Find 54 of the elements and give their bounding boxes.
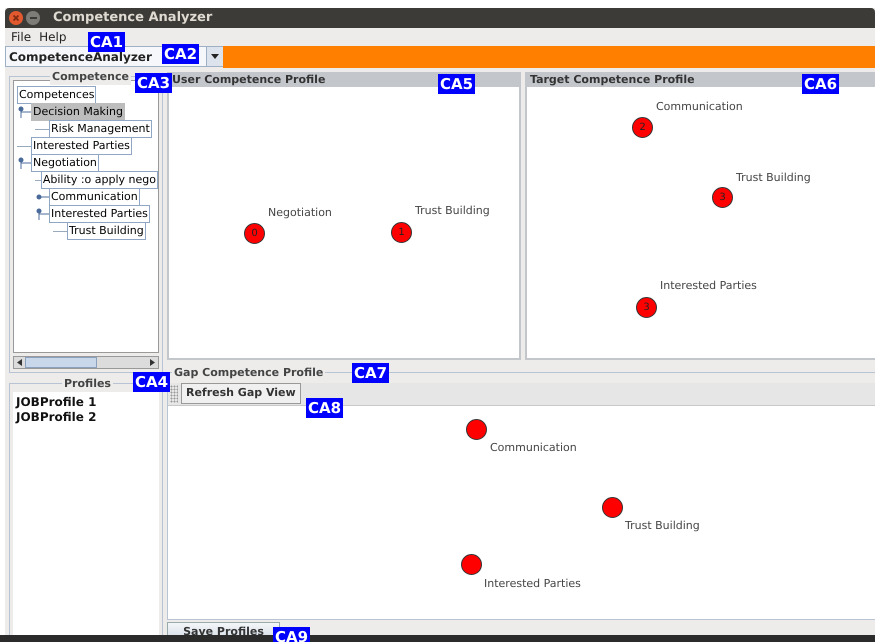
panel-title: User Competence Profile: [171, 74, 326, 86]
callout-tooltip: CA3: [135, 73, 172, 93]
refresh-button[interactable]: Refresh Gap View: [181, 383, 301, 404]
menu-item[interactable]: File: [11, 28, 32, 46]
menu-item[interactable]: Help: [39, 28, 66, 46]
expanded-handle-icon[interactable]: [17, 157, 31, 169]
toolbar-grip-icon: [170, 384, 178, 402]
graph-node: [466, 418, 487, 440]
tree-item[interactable]: Negotiation: [31, 154, 99, 172]
tree-item[interactable]: Competences: [17, 86, 96, 104]
node-label: Interested Parties: [660, 278, 757, 294]
tree-item[interactable]: Decision Making: [31, 102, 125, 122]
minimize-icon[interactable]: [26, 10, 40, 25]
close-icon[interactable]: [9, 10, 23, 25]
list-item[interactable]: JOBProfile 1: [16, 394, 159, 410]
graph-node: 2: [632, 116, 653, 138]
node-label: Communication: [656, 98, 743, 114]
tree-item[interactable]: Risk Management: [49, 120, 152, 138]
callout-tooltip: CA1: [88, 32, 126, 52]
node-label: Trust Building: [415, 202, 490, 218]
scroll-thumb[interactable]: [25, 356, 97, 368]
panel-title: Gap Competence Profile: [172, 364, 326, 381]
expanded-handle-icon[interactable]: [17, 106, 31, 118]
graph-node: 3: [636, 296, 657, 318]
dropdown-arrow-icon[interactable]: [211, 54, 219, 59]
scroll-left-icon[interactable]: [17, 358, 22, 366]
graph-node: 3: [712, 186, 733, 208]
callout-tooltip: CA2: [162, 44, 200, 64]
node-label: Interested Parties: [484, 576, 581, 592]
scroll-right-icon[interactable]: [150, 358, 155, 366]
node-label: Negotiation: [268, 204, 332, 220]
callout-tooltip: CA9: [273, 627, 310, 642]
graph-node: 1: [391, 222, 412, 242]
expanded-handle-icon[interactable]: [35, 208, 49, 220]
node-label: Trust Building: [736, 170, 811, 186]
node-label: Trust Building: [625, 518, 700, 534]
node-label: Communication: [490, 440, 577, 456]
panel-title: Competence: [50, 68, 131, 85]
callout-tooltip: CA8: [306, 398, 344, 418]
window-title: Competence Analyzer: [53, 9, 212, 27]
callout-tooltip: CA6: [802, 74, 840, 94]
tree-item[interactable]: Trust Building: [67, 222, 146, 240]
callout-tooltip: CA7: [352, 363, 390, 383]
graph-node: [602, 496, 623, 518]
tree-item[interactable]: Interested Parties: [49, 204, 150, 224]
callout-tooltip: CA4: [133, 372, 170, 392]
tree-item[interactable]: Ability :o apply nego: [40, 170, 158, 190]
panel-title: Target Competence Profile: [529, 74, 695, 86]
callout-tooltip: CA5: [438, 74, 476, 94]
list-item[interactable]: JOBProfile 2: [16, 410, 159, 424]
graph-node: 0: [244, 222, 265, 244]
tree-item[interactable]: Interested Parties: [31, 136, 132, 156]
graph-node: [461, 554, 482, 574]
horizontal-scrollbar[interactable]: [13, 356, 159, 368]
